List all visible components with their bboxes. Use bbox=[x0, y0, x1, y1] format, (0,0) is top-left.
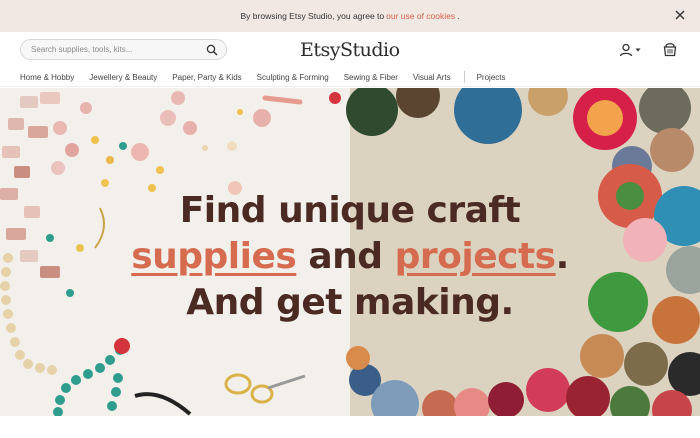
search-bar[interactable] bbox=[20, 39, 227, 60]
nav-item-jewellery-beauty[interactable]: Jewellery & Beauty bbox=[89, 73, 157, 82]
cookie-banner: By browsing Etsy Studio, you agree to ou… bbox=[0, 0, 700, 32]
search-input[interactable] bbox=[31, 45, 206, 54]
nav-item-paper-party-kids[interactable]: Paper, Party & Kids bbox=[172, 73, 241, 82]
category-nav: Home & Hobby Jewellery & Beauty Paper, P… bbox=[0, 68, 700, 87]
user-icon bbox=[619, 43, 633, 57]
close-icon[interactable] bbox=[674, 9, 686, 21]
nav-item-projects[interactable]: Projects bbox=[477, 73, 506, 82]
nav-item-visual-arts[interactable]: Visual Arts bbox=[413, 73, 451, 82]
cookie-policy-link[interactable]: our use of cookies bbox=[386, 11, 455, 21]
search-icon[interactable] bbox=[206, 44, 218, 56]
below-fold-area bbox=[0, 416, 700, 438]
caret-down-icon bbox=[635, 48, 641, 52]
etsy-studio-logo[interactable]: EtsyStudio bbox=[300, 39, 400, 61]
headline-line-2: supplies and projects. bbox=[0, 234, 700, 280]
headline-line-3: And get making. bbox=[186, 282, 514, 323]
cookie-text-end: . bbox=[457, 11, 460, 21]
cookie-text: By browsing Etsy Studio, you agree to bbox=[240, 11, 385, 21]
account-menu-button[interactable] bbox=[619, 42, 647, 58]
projects-link[interactable]: projects bbox=[395, 236, 557, 277]
nav-item-sewing-fiber[interactable]: Sewing & Fiber bbox=[344, 73, 398, 82]
logo-sub: Studio bbox=[340, 39, 400, 61]
headline-period: . bbox=[555, 236, 570, 277]
basket-icon[interactable] bbox=[663, 41, 677, 57]
hero-banner: Find unique craft supplies and projects.… bbox=[0, 88, 700, 416]
headline-line-1: Find unique craft bbox=[179, 190, 521, 231]
headline-and: and bbox=[308, 236, 383, 277]
nav-divider bbox=[463, 71, 465, 83]
supplies-link[interactable]: supplies bbox=[131, 236, 297, 277]
hero-headline: Find unique craft supplies and projects.… bbox=[0, 188, 700, 326]
nav-item-sculpting-forming[interactable]: Sculpting & Forming bbox=[257, 73, 329, 82]
site-header: EtsyStudio bbox=[0, 32, 700, 68]
nav-item-home-hobby[interactable]: Home & Hobby bbox=[20, 73, 74, 82]
logo-main: Etsy bbox=[300, 39, 341, 61]
